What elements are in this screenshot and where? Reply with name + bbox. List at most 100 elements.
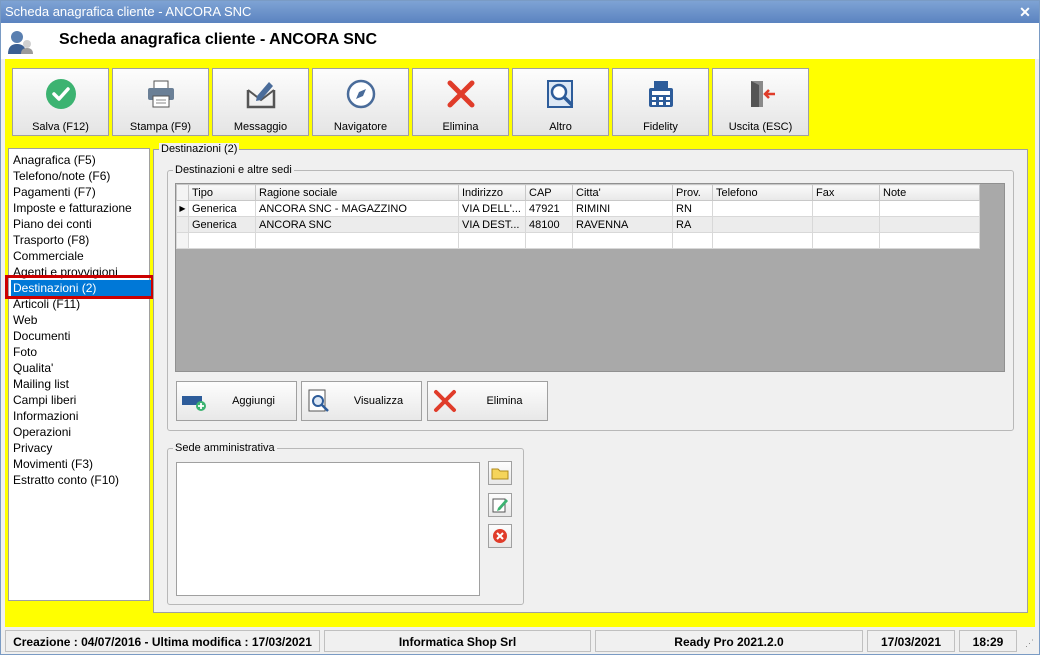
destinations-group-title: Destinazioni e altre sedi	[173, 164, 294, 176]
nav-item-telefono[interactable]: Telefono/note (F6)	[13, 168, 110, 184]
table-cell[interactable]: RA	[672, 216, 713, 233]
col-header[interactable]: Note	[879, 184, 980, 201]
table-cell[interactable]	[879, 200, 980, 217]
table-row[interactable]: Generica ANCORA SNC VIA DEST... 48100 RA…	[176, 216, 980, 233]
nav-item-estratto-conto[interactable]: Estratto conto (F10)	[13, 472, 119, 488]
table-cell[interactable]: VIA DEST...	[458, 216, 526, 233]
col-header[interactable]: Citta'	[572, 184, 673, 201]
nav-item-piano-conti[interactable]: Piano dei conti	[13, 216, 92, 232]
table-cell[interactable]: ANCORA SNC - MAGAZZINO	[255, 200, 459, 217]
status-dates: Creazione : 04/07/2016 - Ultima modifica…	[5, 630, 320, 652]
table-cell[interactable]: RIMINI	[572, 200, 673, 217]
message-icon	[246, 82, 276, 109]
save-label: Salva (F12)	[32, 121, 89, 133]
table-cell[interactable]	[712, 216, 813, 233]
add-label: Aggiungi	[232, 395, 275, 407]
navigator-label: Navigatore	[333, 121, 388, 133]
delete-button[interactable]: Elimina	[427, 381, 548, 421]
clear-button[interactable]	[488, 524, 512, 548]
nav-item-campi-liberi[interactable]: Campi liberi	[13, 392, 76, 408]
table-cell[interactable]	[812, 232, 880, 249]
table-cell[interactable]	[812, 200, 880, 217]
view-doc-icon	[308, 389, 329, 412]
nav-item-imposte[interactable]: Imposte e fatturazione	[13, 200, 132, 216]
col-header[interactable]: CAP	[525, 184, 573, 201]
nav-item-qualita[interactable]: Qualita'	[13, 360, 53, 376]
message-label: Messaggio	[233, 121, 288, 133]
col-header[interactable]: Tipo	[188, 184, 256, 201]
table-cell[interactable]	[879, 232, 980, 249]
table-cell[interactable]: VIA DELL'...	[458, 200, 526, 217]
nav-item-foto[interactable]: Foto	[13, 344, 37, 360]
view-button[interactable]: Visualizza	[301, 381, 422, 421]
open-folder-button[interactable]	[488, 461, 512, 485]
add-button[interactable]: Aggiungi	[176, 381, 297, 421]
resize-grip-icon[interactable]: ⋰	[1025, 638, 1034, 649]
col-header[interactable]: Fax	[812, 184, 880, 201]
navigator-button[interactable]: Navigatore	[312, 68, 409, 136]
table-cell[interactable]	[712, 232, 813, 249]
close-icon[interactable]: ✕	[1017, 4, 1033, 20]
table-cell[interactable]: Generica	[188, 200, 256, 217]
table-cell[interactable]	[458, 232, 526, 249]
table-cell[interactable]: Generica	[188, 216, 256, 233]
status-time: 18:29	[959, 630, 1017, 652]
current-row-icon: ▶	[176, 200, 189, 217]
destinations-grid[interactable]: Tipo Ragione sociale Indirizzo CAP Citta…	[175, 183, 1005, 372]
table-cell[interactable]: 48100	[525, 216, 573, 233]
status-company: Informatica Shop Srl	[324, 630, 591, 652]
nav-item-privacy[interactable]: Privacy	[13, 440, 52, 456]
nav-item-informazioni[interactable]: Informazioni	[13, 408, 78, 424]
table-cell[interactable]: RAVENNA	[572, 216, 673, 233]
row-header-corner	[176, 184, 189, 201]
table-cell[interactable]	[188, 232, 256, 249]
col-header[interactable]: Indirizzo	[458, 184, 526, 201]
other-label: Altro	[549, 121, 572, 133]
nav-item-movimenti[interactable]: Movimenti (F3)	[13, 456, 93, 472]
panel-title: Destinazioni (2)	[159, 143, 240, 155]
table-cell[interactable]: ANCORA SNC	[255, 216, 459, 233]
nav-item-web[interactable]: Web	[13, 312, 37, 328]
col-header[interactable]: Telefono	[712, 184, 813, 201]
nav-item-documenti[interactable]: Documenti	[13, 328, 70, 344]
table-cell[interactable]	[255, 232, 459, 249]
table-cell[interactable]	[812, 216, 880, 233]
status-bar: Creazione : 04/07/2016 - Ultima modifica…	[1, 628, 1039, 654]
folder-icon	[491, 468, 509, 480]
window-title: Scheda anagrafica cliente - ANCORA SNC	[5, 4, 252, 19]
table-row[interactable]: ▶ Generica ANCORA SNC - MAGAZZINO VIA DE…	[176, 200, 980, 217]
delete-icon	[447, 80, 475, 108]
nav-item-mailing[interactable]: Mailing list	[13, 376, 69, 392]
col-header[interactable]: Prov.	[672, 184, 713, 201]
app-window: Scheda anagrafica cliente - ANCORA SNC ✕…	[0, 0, 1040, 655]
nav-item-operazioni[interactable]: Operazioni	[13, 424, 71, 440]
col-header[interactable]: Ragione sociale	[255, 184, 459, 201]
table-cell[interactable]	[572, 232, 673, 249]
nav-item-pagamenti[interactable]: Pagamenti (F7)	[13, 184, 96, 200]
exit-button[interactable]: Uscita (ESC)	[712, 68, 809, 136]
header: Scheda anagrafica cliente - ANCORA SNC	[1, 23, 1039, 59]
table-cell[interactable]	[712, 200, 813, 217]
nav-item-trasporto[interactable]: Trasporto (F8)	[13, 232, 89, 248]
table-cell[interactable]	[525, 232, 573, 249]
edit-button[interactable]	[488, 493, 512, 517]
table-cell[interactable]	[672, 232, 713, 249]
table-cell[interactable]: RN	[672, 200, 713, 217]
title-bar: Scheda anagrafica cliente - ANCORA SNC ✕	[1, 1, 1039, 23]
print-button[interactable]: Stampa (F9)	[112, 68, 209, 136]
fidelity-button[interactable]: Fidelity	[612, 68, 709, 136]
section-list: Anagrafica (F5) Telefono/note (F6) Pagam…	[8, 148, 154, 601]
delete-toolbar-button[interactable]: Elimina	[412, 68, 509, 136]
admin-address-memo[interactable]	[176, 462, 480, 596]
exit-icon	[751, 81, 775, 107]
save-button[interactable]: Salva (F12)	[12, 68, 109, 136]
table-header-row: Tipo Ragione sociale Indirizzo CAP Citta…	[176, 184, 980, 201]
other-button[interactable]: Altro	[512, 68, 609, 136]
message-button[interactable]: Messaggio	[212, 68, 309, 136]
nav-item-commerciale[interactable]: Commerciale	[13, 248, 84, 264]
nav-item-anagrafica[interactable]: Anagrafica (F5)	[13, 152, 96, 168]
table-new-row[interactable]	[176, 232, 980, 249]
table-cell[interactable]: 47921	[525, 200, 573, 217]
table-cell[interactable]	[879, 216, 980, 233]
printer-icon	[148, 80, 174, 108]
